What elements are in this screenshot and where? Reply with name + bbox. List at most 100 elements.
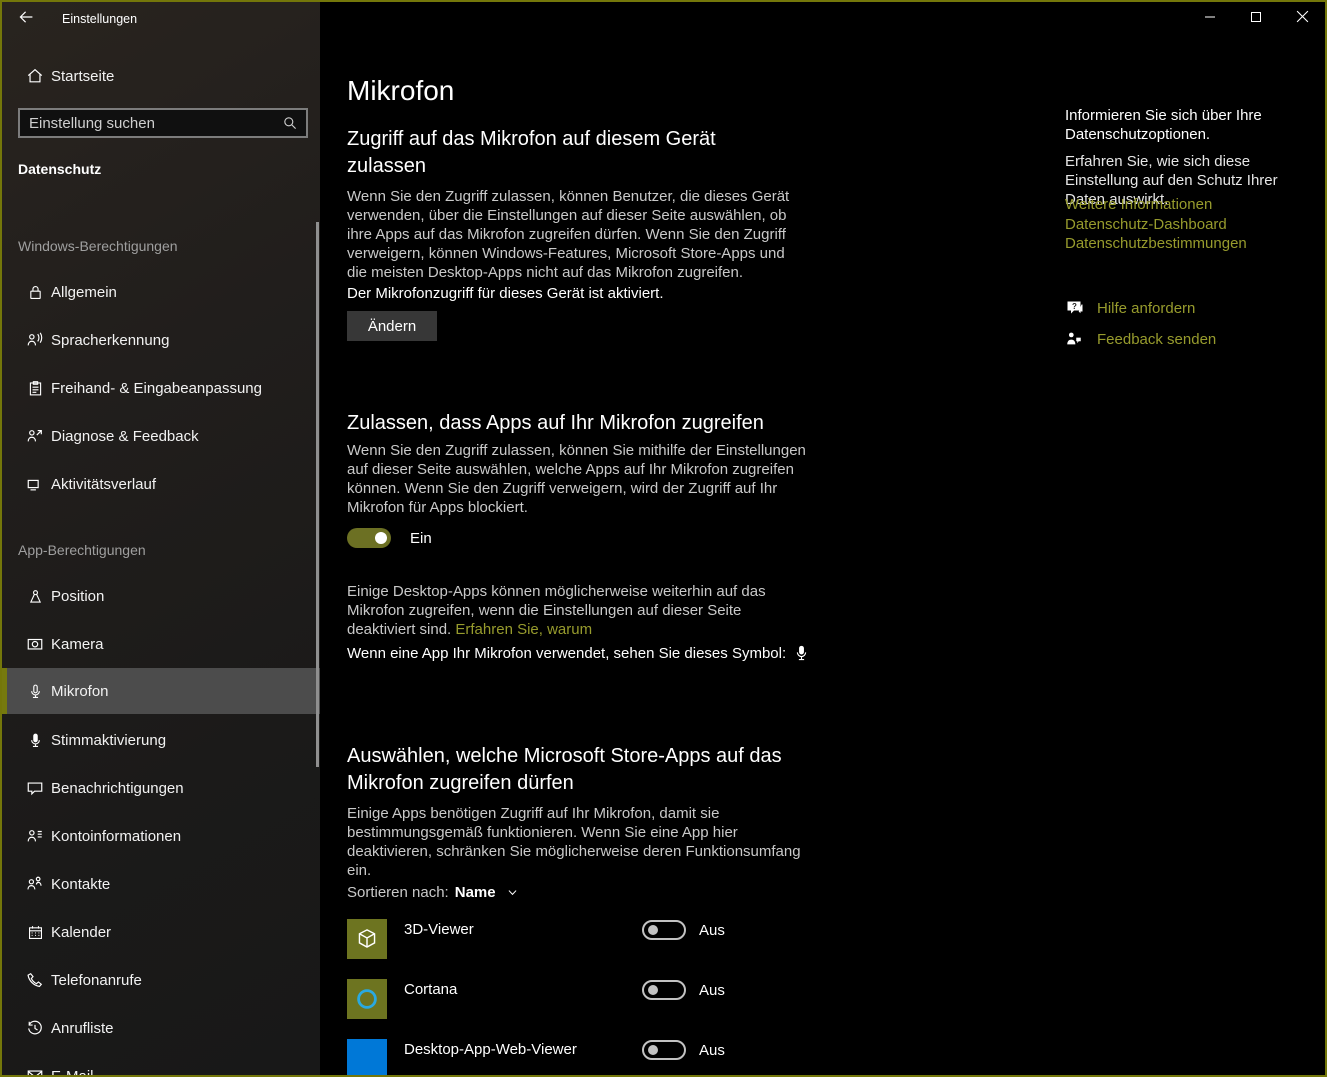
camera-icon bbox=[26, 635, 44, 653]
window-controls bbox=[1187, 2, 1325, 35]
section-heading-device-access: Zugriff auf das Mikrofon auf diesem Gerä… bbox=[347, 127, 716, 177]
sidebar-item-kalender[interactable]: Kalender bbox=[2, 910, 320, 954]
sidebar-item-label: Benachrichtigungen bbox=[51, 779, 184, 797]
sidebar-item-diagnose[interactable]: Diagnose & Feedback bbox=[2, 414, 320, 458]
app-toggle-3d-viewer[interactable] bbox=[642, 920, 686, 940]
microphone-icon bbox=[26, 682, 44, 700]
sort-row: Sortieren nach: Name bbox=[347, 884, 519, 901]
sidebar-item-kontakte[interactable]: Kontakte bbox=[2, 862, 320, 906]
notification-bubble-icon bbox=[26, 779, 44, 797]
sidebar-item-spracherkennung[interactable]: Spracherkennung bbox=[2, 318, 320, 362]
minimize-icon bbox=[1204, 10, 1216, 28]
learn-why-link[interactable]: Erfahren Sie, warum bbox=[455, 621, 592, 638]
get-help-link[interactable]: Hilfe anfordern bbox=[1097, 300, 1195, 317]
help-chat-icon: ? bbox=[1065, 298, 1087, 318]
send-feedback-row: Feedback senden bbox=[1065, 330, 1216, 348]
clipboard-icon bbox=[26, 379, 44, 397]
app-toggle-cortana[interactable] bbox=[642, 980, 686, 1000]
close-button[interactable] bbox=[1279, 2, 1325, 35]
chevron-down-icon[interactable] bbox=[506, 886, 519, 899]
sidebar-item-kamera[interactable]: Kamera bbox=[2, 622, 320, 666]
app-toggle-state: Aus bbox=[699, 922, 725, 939]
sidebar-item-allgemein[interactable]: Allgemein bbox=[2, 270, 320, 314]
section-heading-store-apps: Auswählen, welche Microsoft Store-Apps a… bbox=[347, 744, 782, 794]
minimize-button[interactable] bbox=[1187, 2, 1233, 35]
microphone-in-use-icon bbox=[794, 645, 809, 662]
section-heading-app-access: Zulassen, dass Apps auf Ihr Mikrofon zug… bbox=[347, 411, 764, 434]
sidebar-item-kontoinformationen[interactable]: Kontoinformationen bbox=[2, 814, 320, 858]
back-arrow-icon bbox=[18, 9, 34, 30]
app-access-toggle[interactable] bbox=[347, 528, 391, 548]
maximize-button[interactable] bbox=[1233, 2, 1279, 35]
activity-history-icon bbox=[26, 475, 44, 493]
link-datenschutzbestimmungen[interactable]: Datenschutzbestimmungen bbox=[1065, 234, 1315, 254]
sidebar-item-home[interactable]: Startseite bbox=[2, 54, 320, 98]
map-pin-icon bbox=[26, 587, 44, 605]
cortana-ring-icon bbox=[347, 979, 387, 1019]
section-body-app-access: Wenn Sie den Zugriff zulassen, können Si… bbox=[347, 442, 806, 516]
section-label-app-permissions: App-Berechtigungen bbox=[18, 542, 146, 558]
page-title: Mikrofon bbox=[347, 74, 455, 106]
sidebar-item-label: Kamera bbox=[51, 635, 104, 653]
app-name: Cortana bbox=[404, 981, 458, 998]
window-title: Einstellungen bbox=[62, 12, 138, 26]
sidebar-item-label: Aktivitätsverlauf bbox=[51, 475, 157, 493]
app-access-toggle-row: Ein bbox=[347, 528, 432, 548]
email-icon bbox=[26, 1067, 44, 1075]
toggle-state-label: Ein bbox=[410, 529, 432, 547]
section-label-windows-permissions: Windows-Berechtigungen bbox=[18, 238, 178, 254]
feedback-person-icon bbox=[1065, 330, 1087, 348]
desktop-apps-note: Einige Desktop-Apps können möglicherweis… bbox=[347, 582, 805, 639]
sidebar-item-freihand[interactable]: Freihand- & Eingabeanpassung bbox=[2, 366, 320, 410]
app-row-3d-viewer: 3D-Viewer Aus bbox=[347, 919, 807, 959]
section-body-device-access: Wenn Sie den Zugriff zulassen, können Be… bbox=[347, 188, 790, 281]
app-name: 3D-Viewer bbox=[404, 921, 474, 938]
link-datenschutz-dashboard[interactable]: Datenschutz-Dashboard bbox=[1065, 215, 1315, 235]
sidebar-item-mikrofon[interactable]: Mikrofon bbox=[2, 668, 320, 714]
lock-icon bbox=[26, 283, 44, 301]
calendar-icon bbox=[26, 923, 44, 941]
app-toggle-desktop-app-web-viewer[interactable] bbox=[642, 1040, 686, 1060]
app-row-desktop-app-web-viewer: Desktop-App-Web-Viewer Aus bbox=[347, 1039, 807, 1075]
settings-window: Einstellungen Startseite Datenschutz Win… bbox=[0, 0, 1327, 1077]
sidebar-scrollbar-thumb[interactable] bbox=[316, 222, 319, 767]
privacy-links: Weitere Informationen Datenschutz-Dashbo… bbox=[1065, 195, 1315, 254]
sidebar-item-aktivitaetsverlauf[interactable]: Aktivitätsverlauf bbox=[2, 462, 320, 506]
sidebar-item-label: Position bbox=[51, 587, 105, 605]
send-feedback-link[interactable]: Feedback senden bbox=[1097, 331, 1216, 348]
sidebar-item-anrufliste[interactable]: Anrufliste bbox=[2, 1006, 320, 1050]
sidebar-item-position[interactable]: Position bbox=[2, 574, 320, 618]
search-input[interactable] bbox=[20, 114, 282, 132]
svg-text:?: ? bbox=[1072, 302, 1077, 311]
sort-value[interactable]: Name bbox=[455, 884, 496, 901]
sidebar-item-label: Stimmaktivierung bbox=[51, 731, 167, 749]
sort-label: Sortieren nach: bbox=[347, 884, 449, 901]
sidebar-item-email[interactable]: E-Mail bbox=[2, 1054, 320, 1077]
privacy-options-intro: Informieren Sie sich über Ihre Datenschu… bbox=[1065, 107, 1262, 143]
sidebar-item-label: E-Mail bbox=[51, 1067, 94, 1077]
change-button[interactable]: Ändern bbox=[347, 311, 437, 341]
sidebar-item-label: Startseite bbox=[51, 67, 115, 85]
sidebar-item-label: Anrufliste bbox=[51, 1019, 114, 1037]
sidebar-item-label: Kalender bbox=[51, 923, 112, 941]
sidebar-item-label: Kontakte bbox=[51, 875, 111, 893]
close-icon bbox=[1296, 10, 1309, 28]
search-icon[interactable] bbox=[282, 115, 298, 131]
contacts-icon bbox=[26, 875, 44, 893]
voice-activation-icon bbox=[26, 731, 44, 749]
sidebar-item-stimmaktivierung[interactable]: Stimmaktivierung bbox=[2, 718, 320, 762]
app-toggle-state: Aus bbox=[699, 1042, 725, 1059]
link-weitere-informationen[interactable]: Weitere Informationen bbox=[1065, 195, 1315, 215]
diagnostics-person-icon bbox=[26, 427, 44, 445]
sidebar-item-benachrichtigungen[interactable]: Benachrichtigungen bbox=[2, 766, 320, 810]
back-button[interactable] bbox=[2, 2, 50, 36]
speech-recognition-icon bbox=[26, 331, 44, 349]
app-row-cortana: Cortana Aus bbox=[347, 979, 807, 1019]
sidebar-item-label: Allgemein bbox=[51, 283, 117, 301]
sidebar-item-label: Spracherkennung bbox=[51, 331, 170, 349]
sidebar-item-label: Telefonanrufe bbox=[51, 971, 142, 989]
device-access-status: Der Mikrofonzugriff für dieses Gerät ist… bbox=[347, 285, 664, 302]
get-help-row: ? Hilfe anfordern bbox=[1065, 298, 1195, 318]
maximize-icon bbox=[1250, 10, 1262, 28]
sidebar-item-telefonanrufe[interactable]: Telefonanrufe bbox=[2, 958, 320, 1002]
